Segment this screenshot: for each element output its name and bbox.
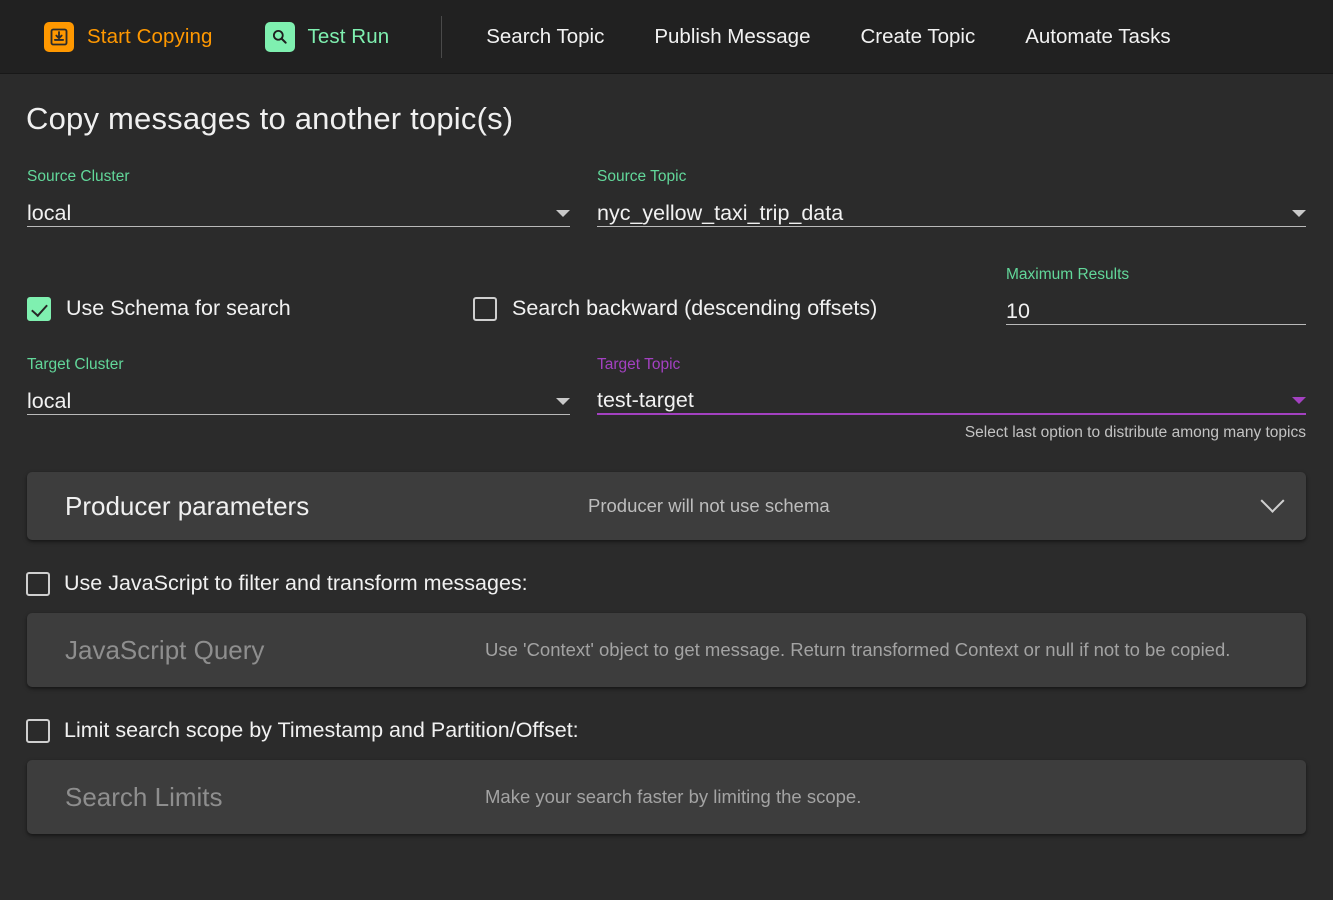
search-limits-title: Search Limits <box>65 781 223 812</box>
start-copying-label: Start Copying <box>87 24 213 48</box>
test-run-button[interactable]: Test Run <box>264 21 390 52</box>
target-cluster-field[interactable]: Target Cluster local <box>27 356 570 415</box>
maximum-results-input[interactable]: 10 <box>1006 299 1306 324</box>
source-topic-value: nyc_yellow_taxi_trip_data <box>597 201 844 225</box>
source-cluster-value: local <box>27 201 72 225</box>
use-schema-checkbox[interactable]: Use Schema for search <box>27 296 473 325</box>
source-cluster-label: Source Cluster <box>27 168 130 185</box>
target-topic-value[interactable]: test-target <box>597 388 1292 413</box>
limit-search-scope-checkbox[interactable]: Limit search scope by Timestamp and Part… <box>26 718 1319 743</box>
checkbox-checked-icon <box>27 296 51 321</box>
search-limits-description: Make your search faster by limiting the … <box>485 786 862 807</box>
chevron-down-icon[interactable] <box>1292 397 1306 404</box>
page-title: Copy messages to another topic(s) <box>26 101 514 136</box>
target-topic-label: Target Topic <box>597 356 681 373</box>
page-content: Copy messages to another topic(s) Source… <box>0 101 1333 834</box>
target-cluster-value: local <box>27 389 72 413</box>
chevron-down-icon[interactable] <box>1292 210 1306 217</box>
target-cluster-label: Target Cluster <box>27 356 124 373</box>
chevron-down-icon[interactable] <box>1260 488 1285 513</box>
start-copying-button[interactable]: Start Copying <box>44 21 213 52</box>
javascript-query-title: JavaScript Query <box>65 634 265 665</box>
javascript-query-description: Use 'Context' object to get message. Ret… <box>485 639 1231 660</box>
target-row: Target Cluster local Target Topic test-t… <box>14 356 1319 442</box>
source-topic-label: Source Topic <box>597 168 687 185</box>
chevron-down-icon[interactable] <box>556 210 570 217</box>
search-limits-panel: Search Limits Make your search faster by… <box>27 760 1306 834</box>
search-backward-label: Search backward (descending offsets) <box>512 296 878 320</box>
nav-link-create-topic[interactable]: Create Topic <box>835 25 1000 49</box>
nav-links: Search Topic Publish Message Create Topi… <box>442 25 1195 49</box>
target-topic-field[interactable]: Target Topic test-target Select last opt… <box>597 356 1306 442</box>
producer-parameters-title: Producer parameters <box>65 490 310 521</box>
magnifier-icon <box>264 21 295 52</box>
nav-link-automate-tasks[interactable]: Automate Tasks <box>1000 25 1195 49</box>
chevron-down-icon[interactable] <box>556 398 570 405</box>
maximum-results-field[interactable]: Maximum Results 10 <box>1006 266 1306 325</box>
checkbox-unchecked-icon <box>473 296 497 321</box>
use-schema-label: Use Schema for search <box>66 296 291 320</box>
download-to-tray-icon <box>44 21 74 52</box>
nav-link-publish-message[interactable]: Publish Message <box>629 25 835 49</box>
producer-parameters-description: Producer will not use schema <box>588 495 830 516</box>
producer-parameters-panel[interactable]: Producer parameters Producer will not us… <box>27 472 1306 540</box>
source-cluster-field[interactable]: Source Cluster local <box>27 168 570 227</box>
source-row: Source Cluster local Source Topic nyc_ye… <box>14 168 1319 227</box>
search-options-row: Use Schema for search Search backward (d… <box>14 266 1319 325</box>
checkbox-unchecked-icon <box>26 571 50 596</box>
test-run-label: Test Run <box>307 24 390 48</box>
limit-search-scope-label: Limit search scope by Timestamp and Part… <box>64 718 579 742</box>
nav-link-search-topic[interactable]: Search Topic <box>461 25 629 49</box>
source-topic-field[interactable]: Source Topic nyc_yellow_taxi_trip_data <box>597 168 1306 227</box>
javascript-query-panel: JavaScript Query Use 'Context' object to… <box>27 613 1306 687</box>
top-navigation-bar: Start Copying Test Run Search Topic Publ… <box>0 0 1333 74</box>
use-javascript-label: Use JavaScript to filter and transform m… <box>64 571 528 595</box>
checkbox-unchecked-icon <box>26 718 50 743</box>
maximum-results-label: Maximum Results <box>1006 266 1130 283</box>
target-topic-hint: Select last option to distribute among m… <box>964 424 1306 441</box>
use-javascript-checkbox[interactable]: Use JavaScript to filter and transform m… <box>26 571 1319 596</box>
search-backward-checkbox[interactable]: Search backward (descending offsets) <box>473 296 1006 325</box>
